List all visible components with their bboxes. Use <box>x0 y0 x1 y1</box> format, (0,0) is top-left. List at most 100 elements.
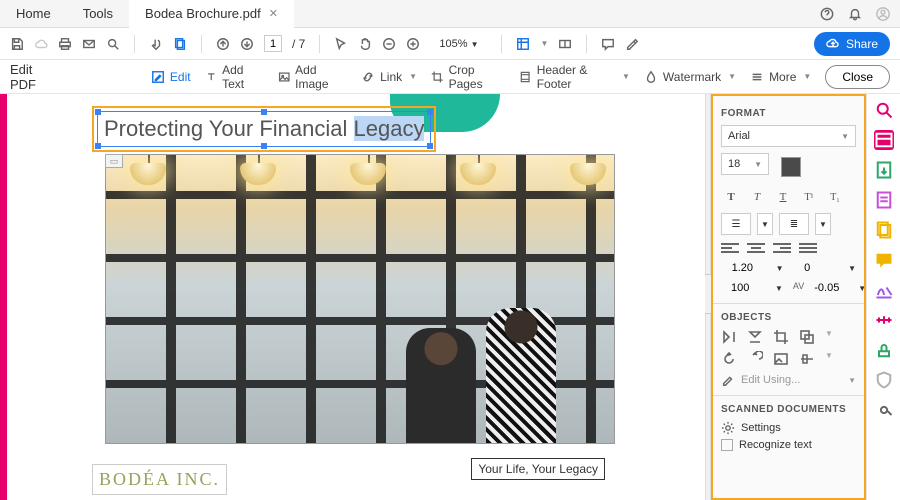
rail-edit-icon[interactable] <box>874 130 894 150</box>
flip-h-icon[interactable] <box>747 329 763 345</box>
crop-tool[interactable]: Crop Pages <box>431 63 505 91</box>
tracking-input[interactable] <box>814 282 848 294</box>
rail-export-icon[interactable] <box>874 160 894 180</box>
indent-icon <box>794 261 795 275</box>
edit-pdf-label: Edit PDF <box>10 62 57 92</box>
title-tabs: Home Tools Bodea Brochure.pdf ✕ <box>0 0 900 28</box>
rail-measure-icon[interactable] <box>874 310 894 330</box>
format-panel: FORMAT Arial▼ 18▼ T T T T¹ T₁ ☰▼ ≣▼ ▼ ▼ <box>711 94 866 500</box>
format-header: FORMAT <box>721 108 856 119</box>
print-icon[interactable] <box>58 37 72 51</box>
gear-icon <box>721 421 735 435</box>
close-tab-icon[interactable]: ✕ <box>269 0 278 28</box>
replace-image-icon[interactable] <box>773 351 789 367</box>
document-image[interactable] <box>105 154 615 444</box>
hscale-input[interactable] <box>731 282 765 294</box>
add-image-tool[interactable]: Add Image <box>278 63 347 91</box>
link-tool[interactable]: Link▼ <box>361 70 417 84</box>
hand-icon[interactable] <box>358 37 372 51</box>
watermark-tool[interactable]: Watermark▼ <box>644 70 736 84</box>
share-button[interactable]: Share <box>814 32 890 56</box>
rail-create-icon[interactable] <box>874 190 894 210</box>
line-spacing-input[interactable] <box>732 262 766 274</box>
rail-organize-icon[interactable] <box>874 220 894 240</box>
zoom-dropdown[interactable]: 105% ▼ <box>430 37 487 51</box>
rail-search-icon[interactable] <box>874 100 894 120</box>
number-list-button[interactable]: ≣ <box>779 213 809 235</box>
tab-document[interactable]: Bodea Brochure.pdf ✕ <box>129 0 294 28</box>
rail-protect-icon[interactable] <box>874 370 894 390</box>
tab-home[interactable]: Home <box>0 0 67 28</box>
font-size-dropdown[interactable]: 18▼ <box>721 153 769 175</box>
left-rail <box>0 94 7 500</box>
mail-icon[interactable] <box>82 37 96 51</box>
close-button[interactable]: Close <box>825 65 890 89</box>
window-actions <box>820 7 900 21</box>
search-icon[interactable] <box>106 37 120 51</box>
bullet-list-button[interactable]: ☰ <box>721 213 751 235</box>
cloud-icon[interactable] <box>34 37 48 51</box>
highlight-icon[interactable] <box>625 37 639 51</box>
main-toolbar: / 7 105% ▼ ▼ Share <box>0 28 900 60</box>
align-left-button[interactable] <box>721 241 739 255</box>
title-text[interactable]: Protecting Your Financial <box>104 116 354 141</box>
number-list-caret[interactable]: ▼ <box>815 213 831 235</box>
title-text-selection[interactable]: Legacy <box>354 116 425 141</box>
recognize-text-checkbox[interactable]: Recognize text <box>721 439 856 451</box>
text-style-row: T T T T¹ T₁ <box>721 187 856 207</box>
color-swatch[interactable] <box>781 157 801 177</box>
rotate-cw-icon[interactable] <box>747 351 763 367</box>
checkbox-icon <box>721 439 733 451</box>
page-number-input[interactable] <box>264 35 282 52</box>
bullet-list-caret[interactable]: ▼ <box>757 213 773 235</box>
read-mode-icon[interactable] <box>558 37 572 51</box>
arrange-icon[interactable] <box>799 329 815 345</box>
superscript-button[interactable]: T¹ <box>799 187 819 207</box>
flip-v-icon[interactable] <box>721 329 737 345</box>
page-down-icon[interactable] <box>240 37 254 51</box>
tagline-text[interactable]: Your Life, Your Legacy <box>471 458 605 480</box>
zoom-out-icon[interactable] <box>382 37 396 51</box>
pointer-icon[interactable] <box>334 37 348 51</box>
align-objects-icon[interactable] <box>799 351 815 367</box>
account-icon[interactable] <box>876 7 890 21</box>
indent-input[interactable] <box>804 262 838 274</box>
image-frame-icon[interactable]: ▭ <box>105 154 123 168</box>
font-dropdown[interactable]: Arial▼ <box>721 125 856 147</box>
document-canvas[interactable]: Protecting Your Financial Legacy ▭ BODÉA… <box>7 94 705 500</box>
line-spacing-icon <box>721 261 722 275</box>
workspace: Protecting Your Financial Legacy ▭ BODÉA… <box>0 94 900 500</box>
rail-comment-icon[interactable] <box>874 250 894 270</box>
fit-icon[interactable] <box>516 37 530 51</box>
more-tool[interactable]: More▼ <box>750 70 811 84</box>
rotate-ccw-icon[interactable] <box>721 351 737 367</box>
crop-object-icon[interactable] <box>773 329 789 345</box>
edit-using-button[interactable]: Edit Using...▼ <box>721 373 856 387</box>
help-icon[interactable] <box>820 7 834 21</box>
page-thumb-icon[interactable] <box>173 37 187 51</box>
header-footer-tool[interactable]: Header & Footer▼ <box>519 63 630 91</box>
underline-button[interactable]: T <box>773 187 793 207</box>
zoom-in-icon[interactable] <box>406 37 420 51</box>
tap-icon[interactable] <box>149 37 163 51</box>
bell-icon[interactable] <box>848 7 862 21</box>
scanned-settings[interactable]: Settings <box>721 421 856 435</box>
italic-button[interactable]: T <box>747 187 767 207</box>
rail-sign-icon[interactable] <box>874 280 894 300</box>
rail-stamp-icon[interactable] <box>874 340 894 360</box>
save-icon[interactable] <box>10 37 24 51</box>
align-right-button[interactable] <box>773 241 791 255</box>
edit-tool[interactable]: Edit <box>151 70 191 84</box>
align-justify-button[interactable] <box>799 241 817 255</box>
align-center-button[interactable] <box>747 241 765 255</box>
page-up-icon[interactable] <box>216 37 230 51</box>
subscript-button[interactable]: T₁ <box>825 187 845 207</box>
tab-tools[interactable]: Tools <box>67 0 129 28</box>
logo-text[interactable]: BODÉA INC. <box>92 464 227 495</box>
rail-more-icon[interactable] <box>874 400 894 420</box>
add-text-tool[interactable]: Add Text <box>205 63 264 91</box>
tab-document-label: Bodea Brochure.pdf <box>145 0 261 28</box>
bold-button[interactable]: T <box>721 187 741 207</box>
comment-icon[interactable] <box>601 37 615 51</box>
selected-text-frame[interactable]: Protecting Your Financial Legacy <box>92 106 436 152</box>
